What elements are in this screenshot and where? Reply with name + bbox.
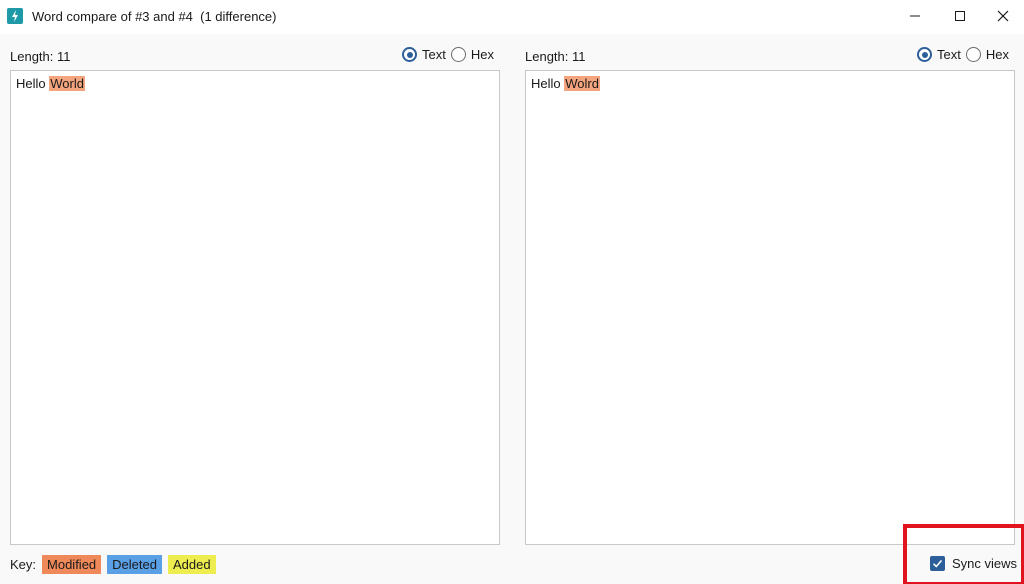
app-lightning-icon (7, 8, 23, 24)
left-hex-radio[interactable] (450, 47, 466, 62)
annotation-highlight-box (903, 524, 1024, 584)
right-length-label: Length: 11 (525, 49, 586, 64)
left-mode-radio-group: Text Hex (402, 47, 499, 62)
right-text-pane[interactable]: Hello Wolrd (525, 70, 1015, 545)
close-button[interactable] (980, 0, 1024, 32)
left-text-radio[interactable] (402, 47, 417, 62)
left-text-pane[interactable]: Hello World (10, 70, 500, 545)
maximize-icon (955, 11, 965, 21)
right-pane-content[interactable]: Hello Wolrd (531, 76, 600, 91)
word-compare-window: Word compare of #3 and #4 (1 difference)… (0, 0, 1024, 584)
window-title: Word compare of #3 and #4 (1 difference) (32, 9, 277, 24)
right-plain-text: Hello (531, 76, 565, 91)
left-hex-radio-label[interactable]: Hex (471, 47, 494, 62)
right-text-radio[interactable] (917, 47, 932, 62)
right-hex-radio-label[interactable]: Hex (986, 47, 1009, 62)
left-length-label: Length: 11 (10, 49, 71, 64)
key-modified-badge: Modified (42, 555, 102, 574)
right-hex-radio[interactable] (965, 47, 981, 62)
close-icon (997, 10, 1009, 22)
key-deleted-badge: Deleted (107, 555, 162, 574)
right-mode-radio-group: Text Hex (917, 47, 1014, 62)
key-label: Key: (10, 557, 37, 572)
minimize-button[interactable] (892, 0, 938, 32)
left-text-radio-label[interactable]: Text (422, 47, 446, 62)
key-added-badge: Added (167, 555, 216, 574)
maximize-button[interactable] (937, 0, 983, 32)
title-bar: Word compare of #3 and #4 (1 difference) (0, 0, 1024, 34)
left-plain-text: Hello (16, 76, 50, 91)
left-modified-word: World (49, 76, 85, 91)
right-text-radio-label[interactable]: Text (937, 47, 961, 62)
diff-key-legend: Key: Modified Deleted Added (10, 555, 216, 574)
right-modified-word: Wolrd (564, 76, 600, 91)
minimize-icon (910, 15, 920, 17)
left-pane-content[interactable]: Hello World (16, 76, 85, 91)
